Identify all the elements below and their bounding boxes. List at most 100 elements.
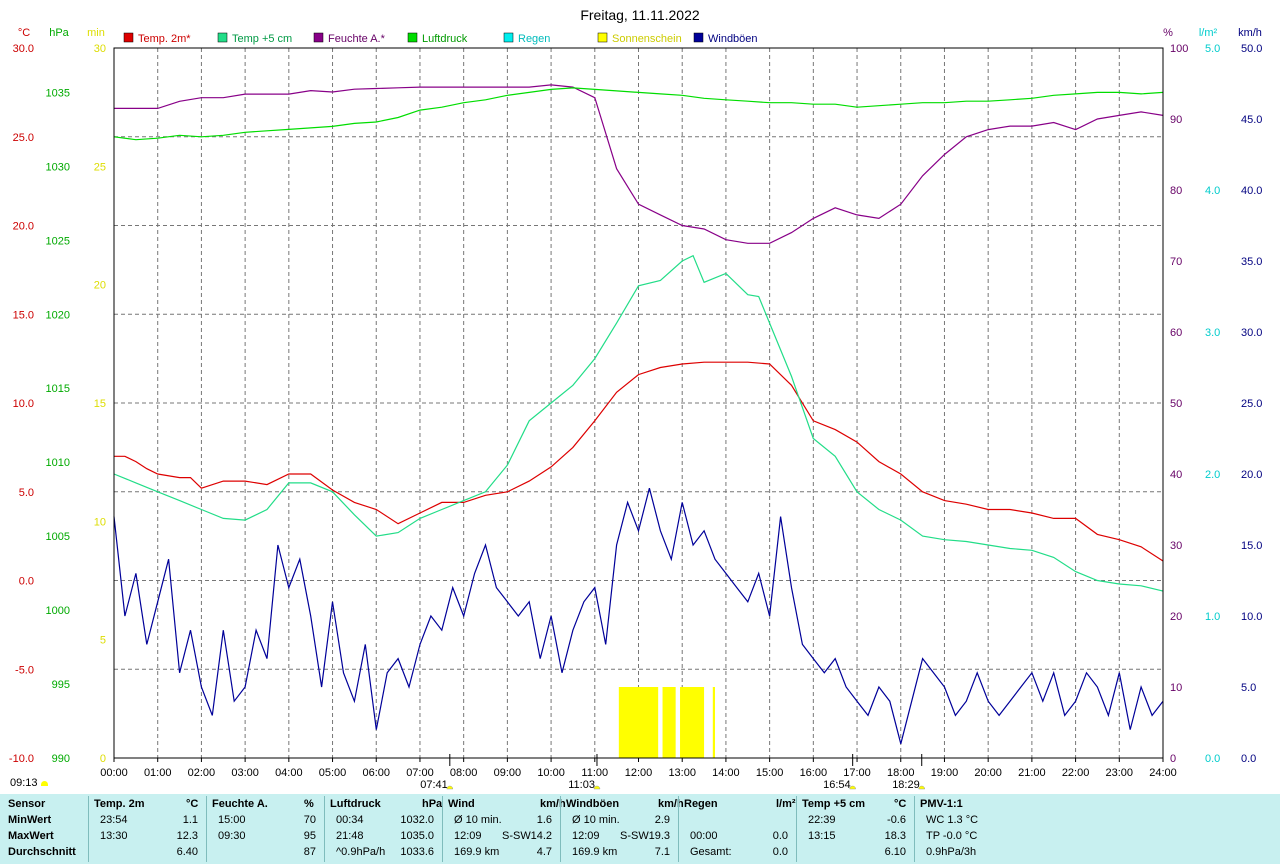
x-tick-label: 11:00	[581, 767, 608, 779]
axis-tick-hum: 40	[1170, 469, 1182, 481]
x-tick-label: 18:00	[887, 767, 915, 779]
axis-tick-temp: 10.0	[13, 398, 34, 410]
sunshine-bar	[662, 687, 676, 758]
sunshine-bar	[618, 687, 659, 758]
section-separator	[560, 796, 561, 862]
stat-value: 2.9	[654, 814, 670, 826]
axis-tick-sun: 10	[94, 516, 106, 528]
stat-value: 19.3	[648, 830, 670, 842]
axis-tick-temp: 30.0	[13, 43, 34, 55]
stat-value: 1033.6	[400, 846, 434, 858]
stat-time: TP -0.0 °C	[926, 830, 978, 842]
stat-time: 00:34	[336, 814, 364, 826]
axis-tick-rain: 4.0	[1205, 185, 1220, 197]
section-separator	[678, 796, 679, 862]
legend-label: Temp +5 cm	[232, 33, 292, 45]
statistics-panel: Sensor MinWert MaxWert Durchschnitt Temp…	[0, 794, 1280, 864]
axis-unit-temp: °C	[18, 27, 30, 39]
axis-tick-press: 1025	[46, 235, 70, 247]
axis-tick-temp: 5.0	[19, 487, 34, 499]
axis-tick-hum: 0	[1170, 753, 1176, 765]
axis-tick-wind: 50.0	[1241, 43, 1262, 55]
axis-tick-temp: -10.0	[9, 753, 34, 765]
sun-marker-icon	[593, 785, 601, 790]
axis-unit-wind: km/h	[1238, 27, 1262, 39]
axis-tick-sun: 15	[94, 398, 106, 410]
x-tick-label: 03:00	[231, 767, 259, 779]
axis-tick-sun: 0	[100, 753, 106, 765]
legend-swatch	[123, 32, 134, 43]
legend-label: Regen	[518, 33, 550, 45]
x-tick-label: 12:00	[625, 767, 653, 779]
sunshine-bars	[618, 687, 715, 758]
section-separator	[442, 796, 443, 862]
sunshine-bar	[680, 687, 705, 758]
legend-label: Luftdruck	[422, 33, 468, 45]
axis-tick-rain: 1.0	[1205, 611, 1220, 623]
legend-swatch	[407, 32, 418, 43]
stat-value: 18.3	[884, 830, 906, 842]
axis-tick-temp: 15.0	[13, 309, 34, 321]
legend-swatch	[217, 32, 228, 43]
grid	[114, 48, 1163, 758]
axis-tick-hum: 30	[1170, 540, 1182, 552]
stat-value: 70	[303, 814, 316, 826]
marker-label: 18:29	[892, 779, 920, 791]
stat-time: Ø 10 min.	[454, 814, 502, 826]
stat-value: 7.1	[654, 846, 670, 858]
axis-tick-press: 1010	[46, 457, 70, 469]
axis-tick-wind: 0.0	[1241, 753, 1256, 765]
axis-tick-hum: 100	[1170, 43, 1188, 55]
stat-time: 23:54	[100, 814, 128, 826]
stat-value: -0.6	[887, 814, 906, 826]
axis-tick-hum: 80	[1170, 185, 1182, 197]
section-unit: %	[304, 798, 314, 810]
corner-time: 09:13	[10, 777, 48, 789]
section-title: Temp. 2m	[94, 798, 145, 810]
row-label-min: MinWert	[8, 814, 52, 826]
axis-tick-wind: 35.0	[1241, 256, 1262, 268]
section-title: Regen	[684, 798, 718, 810]
axis-tick-press: 1000	[46, 605, 70, 617]
stat-time: 13:30	[100, 830, 128, 842]
x-tick-label: 09:00	[494, 767, 522, 779]
x-tick-label: 19:00	[931, 767, 959, 779]
axis-tick-press: 995	[52, 679, 70, 691]
axis-tick-sun: 5	[100, 635, 106, 647]
stat-value: 1035.0	[400, 830, 434, 842]
stat-value: 1.6	[536, 814, 552, 826]
sun-marker-icon	[849, 785, 856, 790]
axis-tick-rain: 5.0	[1205, 43, 1220, 55]
axis-tick-wind: 25.0	[1241, 398, 1262, 410]
sun-marker-icon	[446, 785, 454, 790]
marker-label: 16:54	[823, 779, 851, 791]
axis-tick-temp: 25.0	[13, 132, 34, 144]
stat-time: 169.9 km	[572, 846, 618, 858]
legend-label: Feuchte A.*	[328, 33, 386, 45]
axis-tick-wind: 40.0	[1241, 185, 1262, 197]
x-tick-label: 22:00	[1062, 767, 1090, 779]
axis-tick-press: 1015	[46, 383, 70, 395]
axis-tick-press: 1020	[46, 309, 70, 321]
stat-time: 22:39	[808, 814, 836, 826]
legend-label: Sonnenschein	[612, 33, 682, 45]
section-separator	[914, 796, 915, 862]
sunshine-bar	[712, 687, 715, 758]
row-label-avg: Durchschnitt	[8, 846, 76, 858]
section-separator	[796, 796, 797, 862]
stat-value: 14.2	[530, 830, 552, 842]
axis-tick-wind: 20.0	[1241, 469, 1262, 481]
section-unit: km/h	[658, 798, 684, 810]
stat-time: 21:48	[336, 830, 364, 842]
x-tick-label: 15:00	[756, 767, 784, 779]
marker-label: 11:03	[568, 779, 595, 791]
axis-tick-hum: 90	[1170, 114, 1182, 126]
x-tick-label: 01:00	[144, 767, 172, 779]
stat-time: WC 1.3 °C	[926, 814, 979, 826]
x-tick-label: 08:00	[450, 767, 478, 779]
section-title: Wind	[448, 798, 475, 810]
stat-time: 15:00	[218, 814, 246, 826]
axis-tick-press: 1005	[46, 531, 70, 543]
x-tick-label: 20:00	[974, 767, 1002, 779]
row-label-max: MaxWert	[8, 830, 54, 842]
